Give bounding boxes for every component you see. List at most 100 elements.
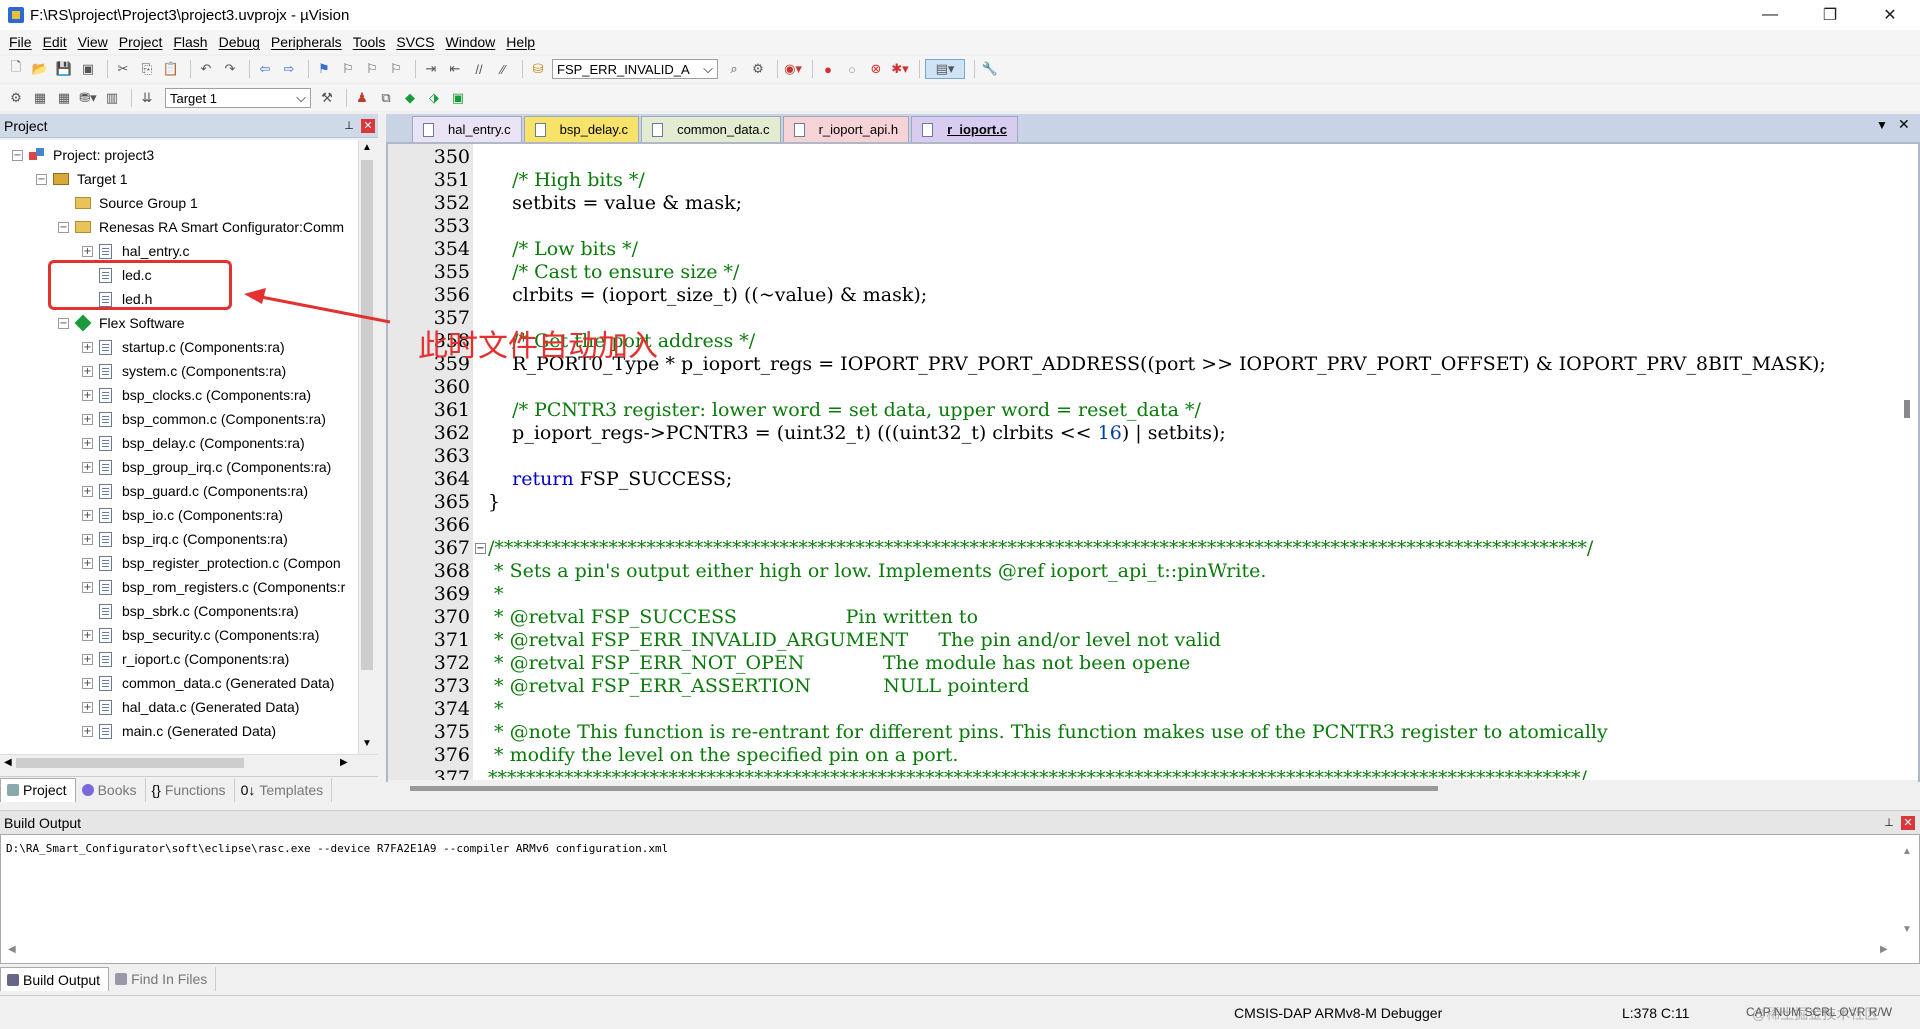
editor-hscroll-thumb[interactable]: [410, 786, 1438, 791]
scroll-down-icon[interactable]: ▼: [362, 738, 372, 749]
code-line[interactable]: * @retval FSP_ERR_ASSERTION NULL pointer…: [488, 675, 1029, 698]
project-tree-vscroll-thumb[interactable]: [361, 160, 373, 670]
menu-edit[interactable]: Edit: [40, 34, 75, 50]
configure-icon[interactable]: 🔧: [980, 59, 1000, 79]
close-panel-icon[interactable]: ✕: [1901, 816, 1915, 830]
tree-expander-icon[interactable]: +: [82, 701, 93, 713]
menu-window[interactable]: Window: [443, 34, 504, 50]
tree-item[interactable]: + bsp_rom_registers.c (Components:r: [82, 575, 345, 599]
manage-project-items-icon[interactable]: ♟: [352, 88, 372, 108]
tree-expander-icon[interactable]: +: [82, 629, 93, 641]
manage-rte-icon[interactable]: ◆: [400, 88, 420, 108]
breakpoint-icon[interactable]: ●: [818, 59, 838, 79]
tree-item[interactable]: − Target 1: [36, 167, 128, 191]
editor-vscrollbar[interactable]: [1900, 144, 1918, 780]
tree-item[interactable]: bsp_sbrk.c (Components:ra): [82, 599, 299, 623]
tree-item[interactable]: + bsp_common.c (Components:ra): [82, 407, 326, 431]
rasc-icon[interactable]: ▣: [448, 88, 468, 108]
tree-item[interactable]: + bsp_security.c (Components:ra): [82, 623, 319, 647]
build-icon[interactable]: ▦: [30, 88, 50, 108]
tab-find-in-files[interactable]: Find In Files: [109, 967, 217, 991]
tab-list-icon[interactable]: ▼: [1876, 118, 1888, 132]
target-options-icon[interactable]: ⚒: [317, 88, 337, 108]
tree-expander-icon[interactable]: +: [82, 413, 93, 425]
tab-project[interactable]: Project: [0, 777, 76, 802]
tree-expander-icon[interactable]: +: [82, 245, 93, 257]
tree-item[interactable]: + bsp_irq.c (Components:ra): [82, 527, 288, 551]
tree-item[interactable]: − Renesas RA Smart Configurator:Comm: [58, 215, 344, 239]
tree-item[interactable]: + bsp_group_irq.c (Components:ra): [82, 455, 331, 479]
tree-item[interactable]: + hal_data.c (Generated Data): [82, 695, 299, 719]
scroll-left-icon[interactable]: ◀: [4, 757, 12, 768]
save-icon[interactable]: 💾: [54, 59, 74, 79]
code-line[interactable]: p_ioport_regs->PCNTR3 = (uint32_t) (((ui…: [488, 422, 1226, 445]
scroll-up-icon[interactable]: ▲: [362, 142, 372, 153]
indent-icon[interactable]: ⇥: [421, 59, 441, 79]
tree-expander-icon[interactable]: +: [82, 461, 93, 473]
undo-icon[interactable]: ↶: [196, 59, 216, 79]
navigate-back-icon[interactable]: ⇦: [255, 59, 275, 79]
debug-session-icon[interactable]: ◉▾: [783, 59, 803, 79]
target-combo[interactable]: Target 1 ⌵: [165, 88, 311, 108]
breakpoint-options-icon[interactable]: ✱▾: [890, 59, 910, 79]
rebuild-icon[interactable]: ▦: [54, 88, 74, 108]
tree-item[interactable]: + main.c (Generated Data): [82, 719, 276, 743]
tab-build-output[interactable]: Build Output: [0, 967, 110, 991]
prev-bookmark-icon[interactable]: ⚐: [338, 59, 358, 79]
editor-tab[interactable]: bsp_delay.c: [523, 116, 640, 142]
editor-tab[interactable]: hal_entry.c: [412, 116, 522, 142]
kill-breakpoints-icon[interactable]: ⊗: [866, 59, 886, 79]
translate-icon[interactable]: ⚙: [6, 88, 26, 108]
tab-templates[interactable]: 0↓ Templates: [235, 777, 333, 802]
tree-expander-icon[interactable]: +: [82, 341, 93, 353]
save-all-icon[interactable]: ▣: [78, 59, 98, 79]
code-line[interactable]: /* PCNTR3 register: lower word = set dat…: [488, 399, 1201, 422]
copy-icon[interactable]: ⎘: [137, 59, 157, 79]
next-bookmark-icon[interactable]: ⚐: [362, 59, 382, 79]
code-line[interactable]: /* Low bits */: [488, 238, 638, 261]
fold-toggle-icon[interactable]: −: [475, 543, 486, 554]
tree-expander-icon[interactable]: −: [58, 221, 69, 233]
tree-item[interactable]: + system.c (Components:ra): [82, 359, 286, 383]
tree-expander-icon[interactable]: +: [82, 653, 93, 665]
scroll-left-icon[interactable]: ◀: [8, 944, 16, 955]
menu-peripherals[interactable]: Peripherals: [268, 34, 350, 50]
code-line[interactable]: /* Cast to ensure size */: [488, 261, 739, 284]
code-line[interactable]: * modify the level on the specified pin …: [488, 744, 958, 767]
tree-expander-icon[interactable]: +: [82, 725, 93, 737]
pin-icon[interactable]: ⊥: [342, 119, 356, 133]
code-line[interactable]: * Sets a pin's output either high or low…: [488, 560, 1266, 583]
download-icon[interactable]: ⇊: [137, 88, 157, 108]
pack-installer-icon[interactable]: ⬗: [424, 88, 444, 108]
project-tree-hscroll-thumb[interactable]: [16, 758, 244, 768]
stop-build-icon[interactable]: ▥: [102, 88, 122, 108]
editor-tab[interactable]: r_ioport_api.h: [782, 116, 910, 142]
tree-item[interactable]: + bsp_guard.c (Components:ra): [82, 479, 308, 503]
tree-item[interactable]: + bsp_io.c (Components:ra): [82, 503, 283, 527]
menu-project[interactable]: Project: [116, 34, 171, 50]
code-line[interactable]: * @note This function is re-entrant for …: [488, 721, 1608, 744]
find-in-files-icon[interactable]: ⛁: [528, 59, 548, 79]
tree-item[interactable]: + startup.c (Components:ra): [82, 335, 285, 359]
tab-functions[interactable]: {} Functions: [146, 777, 235, 802]
tree-item[interactable]: + bsp_clocks.c (Components:ra): [82, 383, 311, 407]
scroll-right-icon[interactable]: ▶: [340, 757, 348, 768]
code-line[interactable]: setbits = value & mask;: [488, 192, 742, 215]
menu-file[interactable]: File: [6, 34, 40, 50]
batch-build-icon[interactable]: ⛃▾: [78, 88, 98, 108]
code-line[interactable]: * @retval FSP_ERR_NOT_OPEN The module ha…: [488, 652, 1190, 675]
open-file-icon[interactable]: 📂: [30, 59, 50, 79]
find-combo[interactable]: FSP_ERR_INVALID_A ⌵: [552, 59, 718, 79]
tree-expander-icon[interactable]: −: [12, 149, 23, 161]
code-line[interactable]: clrbits = (ioport_size_t) ((~value) & ma…: [488, 284, 927, 307]
tree-expander-icon[interactable]: +: [82, 365, 93, 377]
tree-expander-icon[interactable]: +: [82, 509, 93, 521]
tree-expander-icon[interactable]: +: [82, 581, 93, 593]
find-icon[interactable]: ⌕: [724, 59, 744, 79]
close-editor-icon[interactable]: ✕: [1898, 116, 1910, 133]
code-line[interactable]: }: [488, 491, 500, 514]
menu-svcs[interactable]: SVCS: [393, 34, 442, 50]
code-line[interactable]: *: [488, 698, 504, 721]
code-line[interactable]: *: [488, 583, 504, 606]
comment-icon[interactable]: //: [469, 59, 489, 79]
